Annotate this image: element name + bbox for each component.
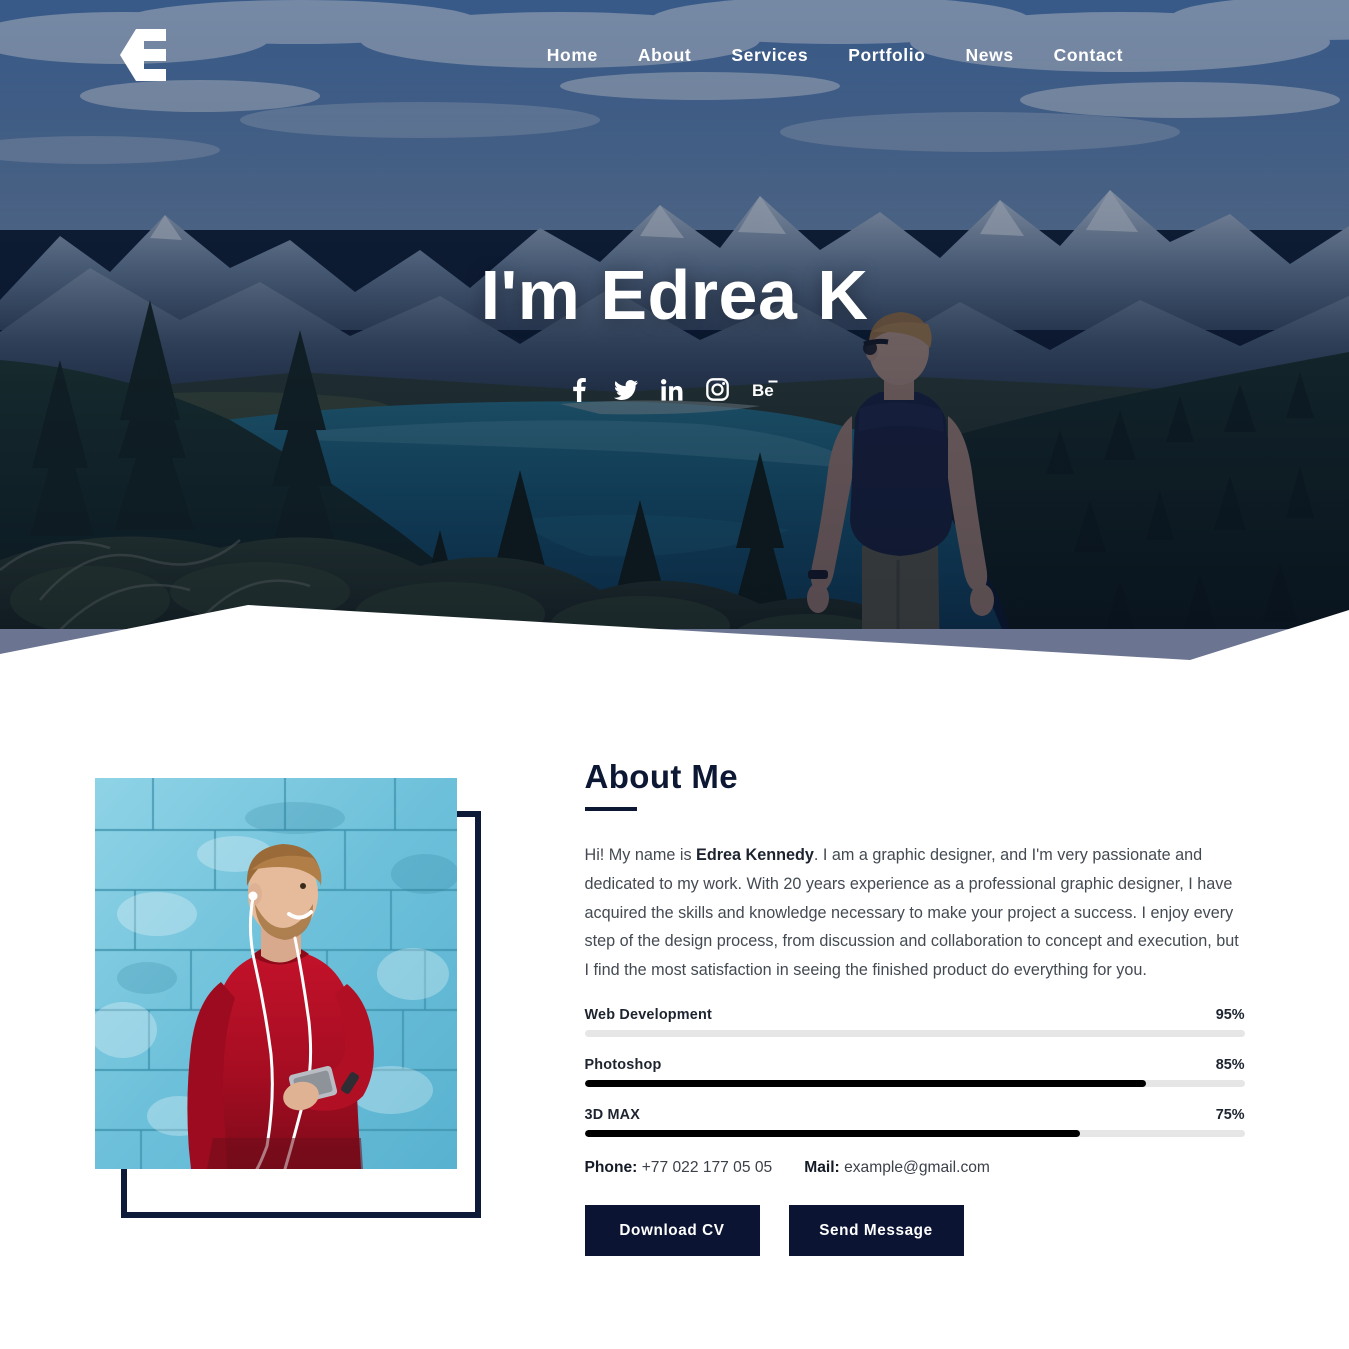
skill-progress-fill bbox=[584, 1080, 1146, 1088]
skills-list: Web Development 95% Photoshop 85% 3D MAX… bbox=[584, 1007, 1245, 1138]
behance-icon[interactable]: Be bbox=[752, 378, 782, 402]
hero-title: I'm Edrea K bbox=[480, 256, 869, 334]
nav-about[interactable]: About bbox=[618, 45, 712, 66]
skill-progress-track bbox=[584, 1130, 1245, 1138]
mail-label: Mail: bbox=[804, 1159, 840, 1177]
skill-percent: 75% bbox=[1215, 1107, 1245, 1124]
nav-portfolio[interactable]: Portfolio bbox=[828, 45, 945, 66]
contact-info: Phone: +77 022 177 05 05 Mail: example@g… bbox=[585, 1159, 1255, 1177]
nav-contact[interactable]: Contact bbox=[1034, 45, 1143, 66]
nav-home[interactable]: Home bbox=[527, 45, 618, 66]
about-actions: Download CV Send Message bbox=[584, 1205, 1255, 1257]
hero-section: Home About Services Portfolio News Conta… bbox=[0, 0, 1349, 668]
main-navigation: Home About Services Portfolio News Conta… bbox=[527, 45, 1143, 66]
mail-value: example@gmail.com bbox=[844, 1159, 990, 1177]
about-content-column: About Me Hi! My name is Edrea Kennedy. I… bbox=[495, 758, 1255, 1257]
hero-angled-divider bbox=[0, 605, 1349, 668]
linkedin-icon[interactable] bbox=[660, 378, 684, 402]
nav-news[interactable]: News bbox=[946, 45, 1034, 66]
about-photo-column bbox=[94, 760, 495, 1218]
about-paragraph-lead: Hi! My name is bbox=[584, 846, 697, 864]
about-profile-photo bbox=[94, 778, 457, 1169]
mail-info: Mail: example@gmail.com bbox=[804, 1159, 990, 1177]
about-person-name: Edrea Kennedy bbox=[696, 846, 814, 864]
about-paragraph-rest: . I am a graphic designer, and I'm very … bbox=[584, 846, 1239, 980]
twitter-icon[interactable] bbox=[613, 378, 638, 402]
skill-item: 3D MAX 75% bbox=[584, 1107, 1245, 1138]
skill-item: Web Development 95% bbox=[584, 1007, 1245, 1038]
about-section: About Me Hi! My name is Edrea Kennedy. I… bbox=[0, 668, 1349, 1257]
skill-percent: 95% bbox=[1215, 1007, 1245, 1024]
skill-label: Photoshop bbox=[584, 1057, 662, 1074]
phone-value: +77 022 177 05 05 bbox=[641, 1159, 773, 1177]
nav-services[interactable]: Services bbox=[711, 45, 828, 66]
hero-social-links: Be bbox=[568, 377, 782, 402]
skill-percent: 85% bbox=[1215, 1057, 1245, 1074]
skill-progress-track bbox=[584, 1080, 1245, 1088]
phone-label: Phone: bbox=[584, 1159, 638, 1177]
download-cv-button[interactable]: Download CV bbox=[584, 1205, 760, 1257]
title-underline bbox=[584, 807, 637, 811]
skill-progress-track bbox=[584, 1030, 1245, 1038]
site-header: Home About Services Portfolio News Conta… bbox=[0, 0, 1349, 110]
skill-progress-fill bbox=[584, 1130, 1080, 1138]
svg-text:Be: Be bbox=[752, 381, 774, 400]
instagram-icon[interactable] bbox=[706, 378, 730, 402]
brand-logo-icon[interactable] bbox=[120, 29, 166, 81]
phone-info: Phone: +77 022 177 05 05 bbox=[585, 1159, 773, 1177]
page-title: About Me bbox=[584, 758, 739, 795]
skill-label: Web Development bbox=[584, 1007, 712, 1024]
facebook-icon[interactable] bbox=[568, 377, 592, 402]
skill-item: Photoshop 85% bbox=[584, 1057, 1245, 1088]
about-paragraph: Hi! My name is Edrea Kennedy. I am a gra… bbox=[585, 841, 1245, 985]
send-message-button[interactable]: Send Message bbox=[788, 1205, 964, 1257]
skill-label: 3D MAX bbox=[584, 1107, 641, 1124]
